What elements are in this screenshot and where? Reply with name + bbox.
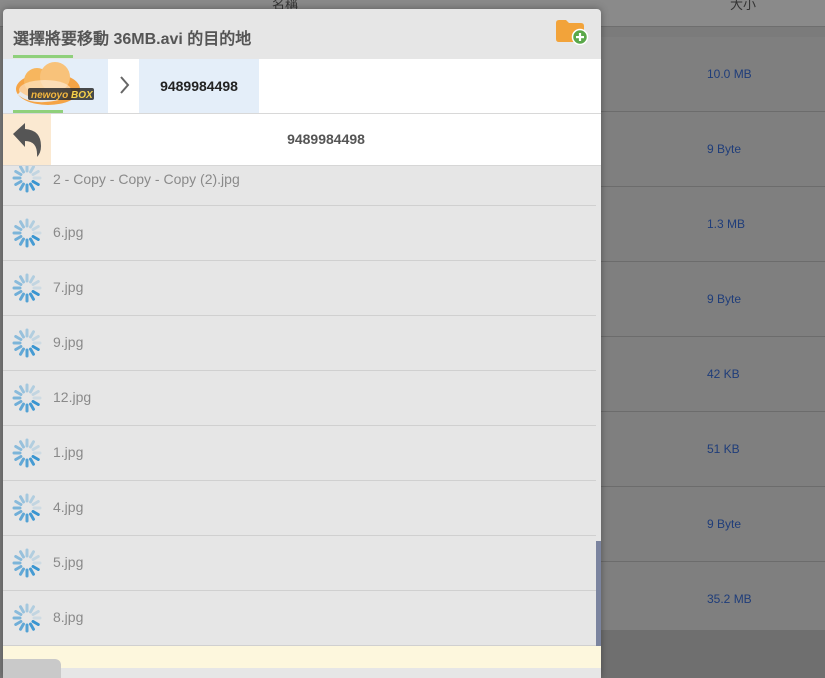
undo-arrow-icon bbox=[13, 123, 41, 157]
breadcrumb-home[interactable]: newoyo BOX bbox=[3, 59, 108, 113]
move-destination-dialog: 選擇將要移動 36MB.avi 的目的地 newoyo BOX 94899844… bbox=[3, 9, 601, 678]
loading-spinner-icon bbox=[12, 273, 42, 303]
loading-spinner-icon bbox=[12, 328, 42, 358]
loading-spinner-icon bbox=[12, 603, 42, 633]
file-name: 6.jpg bbox=[53, 224, 84, 240]
background-row[interactable]: 10.0 MB bbox=[600, 37, 825, 112]
background-footer bbox=[600, 630, 825, 678]
loading-spinner-icon bbox=[12, 548, 42, 578]
chevron-right-icon bbox=[118, 73, 132, 97]
background-row[interactable]: 9 Byte bbox=[600, 487, 825, 562]
file-name: 7.jpg bbox=[53, 279, 84, 295]
title-accent-line bbox=[13, 55, 73, 58]
background-row[interactable]: 1.3 MB bbox=[600, 187, 825, 262]
newoyo-box-logo: newoyo BOX bbox=[16, 62, 94, 105]
svg-text:BOX: BOX bbox=[71, 90, 94, 101]
loading-spinner-icon bbox=[12, 493, 42, 523]
file-size: 1.3 MB bbox=[707, 217, 746, 231]
file-size: 9 Byte bbox=[707, 517, 742, 531]
list-item[interactable]: 6.jpg bbox=[3, 206, 596, 261]
new-folder-button[interactable] bbox=[555, 17, 589, 46]
list-item[interactable]: 9.jpg bbox=[3, 316, 596, 371]
background-row[interactable]: 42 KB bbox=[600, 337, 825, 412]
file-size: 9 Byte bbox=[707, 142, 742, 156]
file-name: 9.jpg bbox=[53, 334, 84, 350]
list-item[interactable]: 5.jpg bbox=[3, 536, 596, 591]
list-item[interactable]: 8.jpg bbox=[3, 591, 596, 646]
file-name: 5.jpg bbox=[53, 554, 84, 570]
loading-spinner-icon bbox=[12, 166, 42, 193]
list-item[interactable]: 1.jpg bbox=[3, 426, 596, 481]
file-size: 35.2 MB bbox=[707, 592, 752, 606]
home-accent-line bbox=[13, 110, 63, 113]
loading-spinner-icon bbox=[12, 218, 42, 248]
file-name: 1.jpg bbox=[53, 444, 84, 460]
background-row[interactable]: 51 KB bbox=[600, 412, 825, 487]
back-button[interactable] bbox=[3, 114, 51, 165]
breadcrumb-current-folder[interactable]: 9489984498 bbox=[139, 59, 259, 113]
background-file-list: 10.0 MB 9 Byte 1.3 MB 9 Byte 42 KB 51 KB… bbox=[600, 37, 825, 637]
svg-text:newoyo: newoyo bbox=[31, 90, 68, 101]
loading-spinner-icon bbox=[12, 383, 42, 413]
file-name: 12.jpg bbox=[53, 389, 92, 405]
list-item[interactable]: 12.jpg bbox=[3, 371, 596, 426]
file-name: 2 - Copy - Copy - Copy (2).jpg bbox=[53, 171, 240, 187]
loading-spinner-icon bbox=[12, 438, 42, 468]
folder-path-bar: 9489984498 bbox=[3, 114, 601, 166]
file-name: 8.jpg bbox=[53, 609, 84, 625]
file-size: 51 KB bbox=[707, 442, 740, 456]
dialog-title: 選擇將要移動 36MB.avi 的目的地 bbox=[13, 31, 252, 48]
current-folder-title: 9489984498 bbox=[287, 131, 365, 147]
file-size: 42 KB bbox=[707, 367, 740, 381]
file-name: 4.jpg bbox=[53, 499, 84, 515]
breadcrumb: newoyo BOX 9489984498 bbox=[3, 59, 601, 114]
background-row[interactable]: 35.2 MB bbox=[600, 562, 825, 637]
footer-tab[interactable] bbox=[3, 659, 61, 678]
background-row[interactable]: 9 Byte bbox=[600, 262, 825, 337]
column-header-size[interactable]: 大小 bbox=[730, 0, 756, 13]
list-item[interactable]: 2 - Copy - Copy - Copy (2).jpg bbox=[3, 166, 596, 206]
background-row[interactable]: 9 Byte bbox=[600, 112, 825, 187]
file-size: 9 Byte bbox=[707, 292, 742, 306]
file-size: 10.0 MB bbox=[707, 67, 752, 81]
dialog-footer bbox=[3, 646, 601, 668]
list-item[interactable]: 4.jpg bbox=[3, 481, 596, 536]
file-list: 2 - Copy - Copy - Copy (2).jpg 6.jpg 7.j… bbox=[3, 166, 596, 646]
folder-add-icon bbox=[556, 20, 589, 46]
list-item[interactable]: 7.jpg bbox=[3, 261, 596, 316]
